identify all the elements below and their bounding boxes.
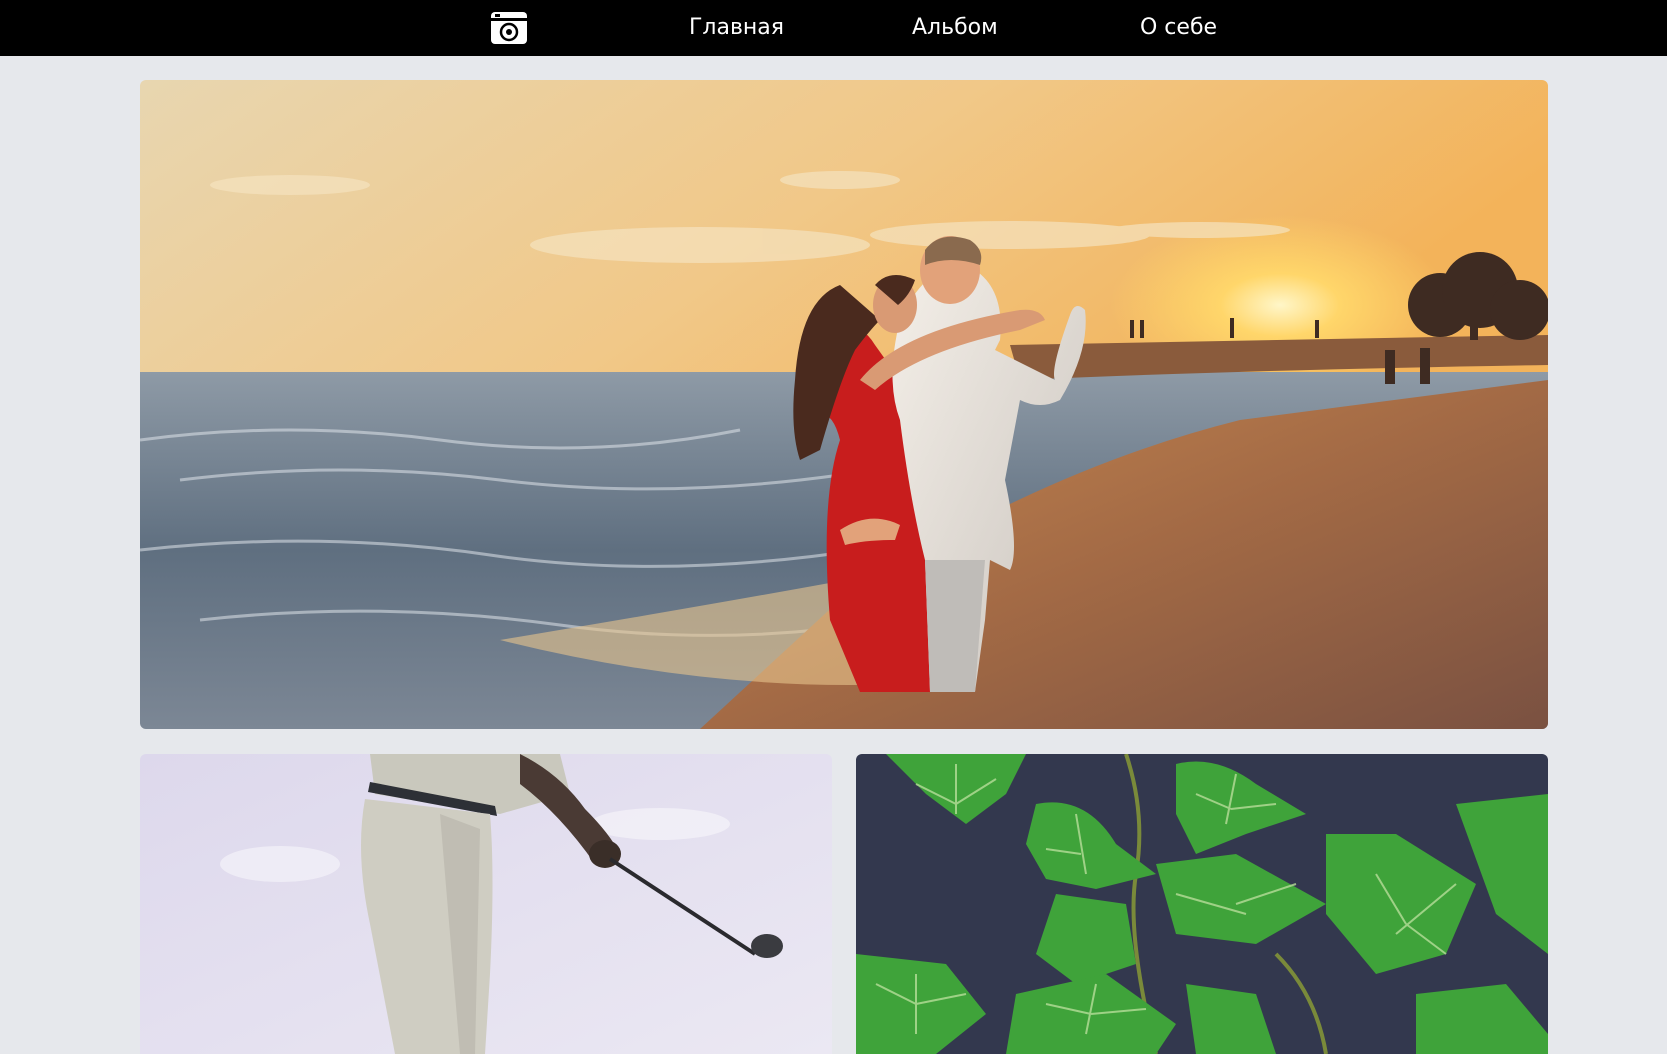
nav-link-album[interactable]: Альбом: [912, 0, 998, 56]
camera-icon[interactable]: [490, 11, 528, 45]
top-navigation-bar: Главная Альбом О себе: [0, 0, 1667, 56]
nav-link-about[interactable]: О себе: [1140, 0, 1217, 56]
nav-link-home[interactable]: Главная: [689, 0, 784, 56]
photo-golfer[interactable]: [140, 754, 832, 1054]
photo-beach-couple[interactable]: [140, 80, 1548, 729]
photo-ivy-leaves[interactable]: [856, 754, 1548, 1054]
